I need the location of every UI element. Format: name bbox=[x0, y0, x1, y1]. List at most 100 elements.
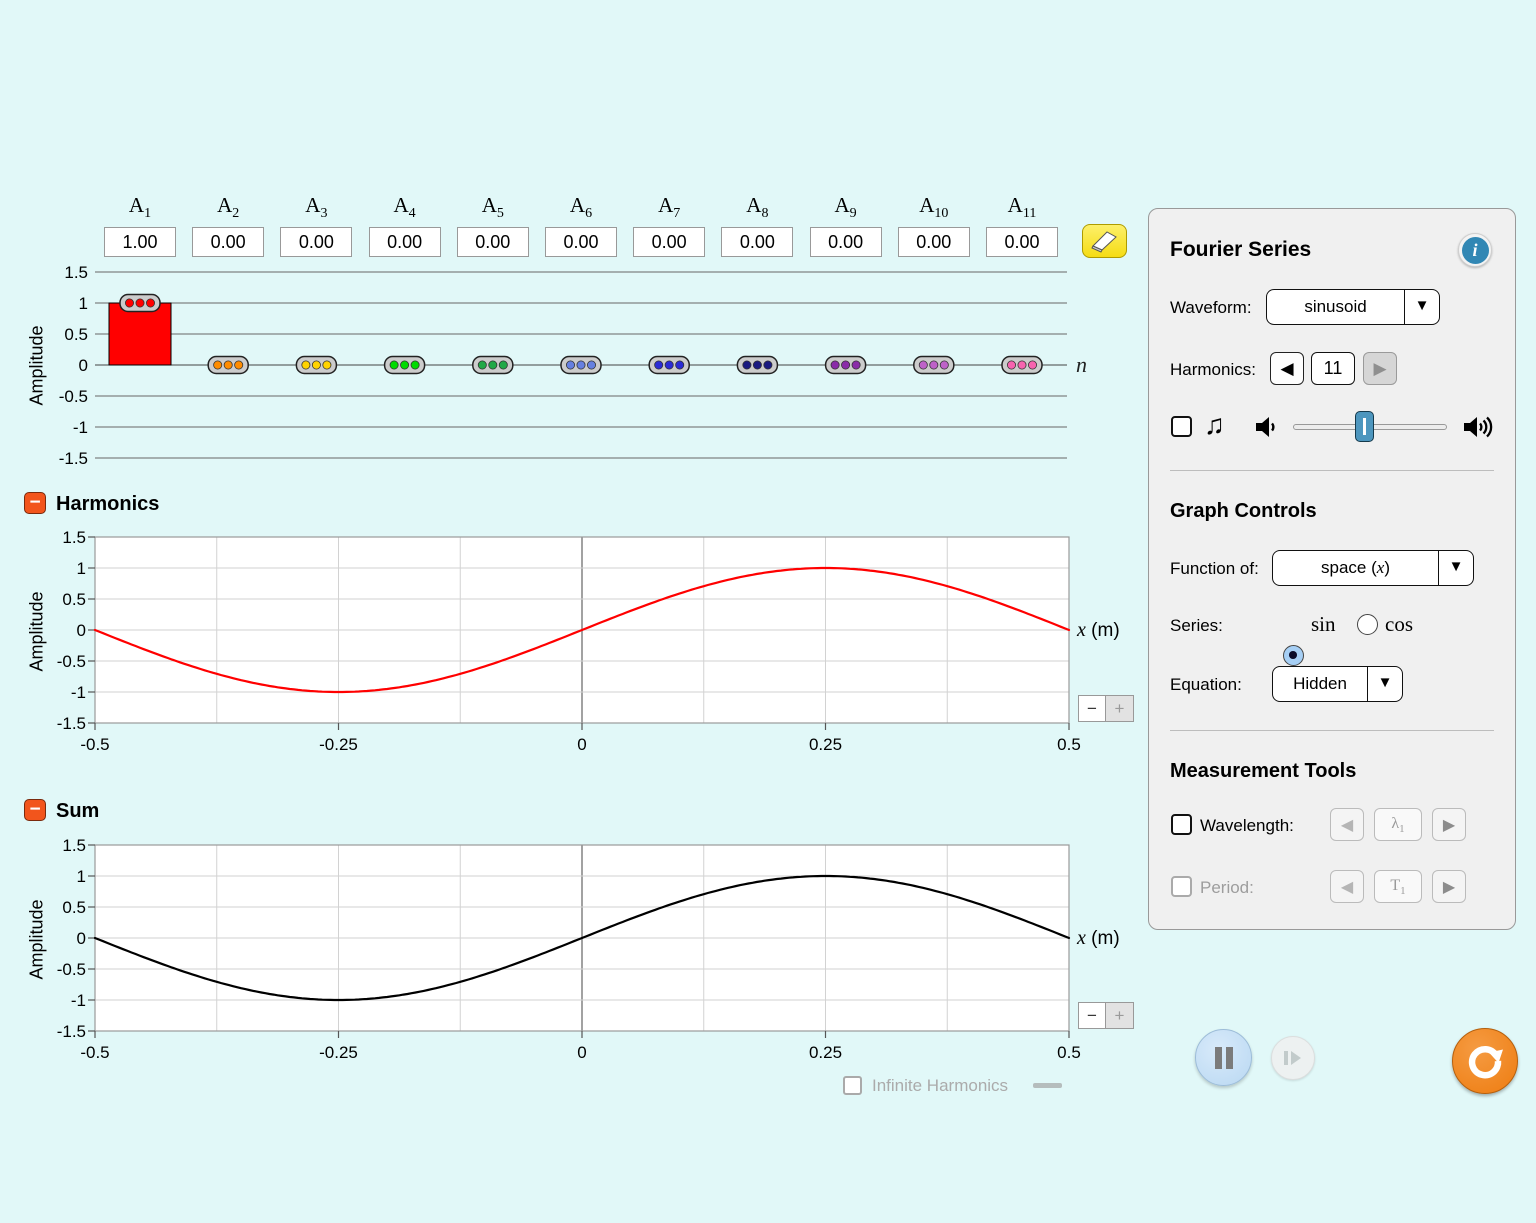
function-of-combobox[interactable]: space (x) ▼ bbox=[1272, 550, 1474, 586]
infinite-harmonics-label: Infinite Harmonics bbox=[872, 1076, 1008, 1096]
volume-slider-thumb[interactable] bbox=[1355, 411, 1374, 442]
y-tick-label: 1 bbox=[77, 867, 86, 886]
equation-label: Equation: bbox=[1170, 675, 1242, 695]
wavelength-checkbox[interactable] bbox=[1171, 814, 1192, 835]
reset-icon bbox=[1465, 1041, 1505, 1081]
amplitude-slider-handle[interactable] bbox=[1002, 357, 1042, 374]
waveform-label: Waveform: bbox=[1170, 298, 1252, 318]
x-tick-label: -0.5 bbox=[80, 735, 109, 754]
x-tick-label: 0.5 bbox=[1057, 735, 1081, 754]
y-tick-label: 0.5 bbox=[64, 325, 88, 344]
sum-collapse-button[interactable]: − bbox=[24, 799, 46, 821]
step-forward-button[interactable] bbox=[1271, 1036, 1315, 1080]
y-tick-label: -0.5 bbox=[59, 387, 88, 406]
harmonics-chart: 1.510.50-0.5-1-1.5-0.5-0.2500.250.5x (m) bbox=[0, 525, 1146, 765]
x-axis-label: x (m) bbox=[1076, 619, 1120, 641]
eraser-button[interactable] bbox=[1082, 224, 1127, 258]
harmonics-spinner-label: Harmonics: bbox=[1170, 360, 1256, 380]
x-tick-label: 0 bbox=[577, 735, 586, 754]
y-tick-label: 1 bbox=[77, 559, 86, 578]
y-tick-label: 1.5 bbox=[64, 263, 88, 282]
reset-all-button[interactable] bbox=[1452, 1028, 1518, 1094]
function-of-label: Function of: bbox=[1170, 559, 1259, 579]
y-tick-label: 0.5 bbox=[62, 590, 86, 609]
y-tick-label: 0.5 bbox=[62, 898, 86, 917]
x-tick-label: 0.25 bbox=[809, 1043, 842, 1062]
y-tick-label: 1.5 bbox=[62, 836, 86, 855]
y-tick-label: -1 bbox=[73, 418, 88, 437]
panel-divider bbox=[1170, 730, 1494, 731]
pause-button[interactable] bbox=[1195, 1029, 1252, 1086]
waveform-value: sinusoid bbox=[1267, 297, 1404, 317]
x-axis-label: x (m) bbox=[1076, 927, 1120, 949]
series-cos-radio[interactable] bbox=[1357, 614, 1378, 635]
y-tick-label: 0 bbox=[79, 356, 88, 375]
amplitude-slider-handle[interactable] bbox=[296, 357, 336, 374]
period-symbol-display: T1 bbox=[1374, 870, 1422, 903]
harmonics-count-display: 11 bbox=[1311, 352, 1355, 385]
series-sin-radio[interactable] bbox=[1283, 645, 1304, 666]
zoom-in-button[interactable]: + bbox=[1106, 695, 1134, 722]
x-tick-label: -0.25 bbox=[319, 1043, 358, 1062]
harmonics-collapse-button[interactable]: − bbox=[24, 492, 46, 514]
speaker-high-icon bbox=[1462, 412, 1496, 442]
function-of-value: space (x) bbox=[1273, 558, 1438, 578]
zoom-out-button[interactable]: − bbox=[1078, 1002, 1106, 1029]
step-forward-icon bbox=[1283, 1049, 1303, 1067]
chevron-down-icon: ▼ bbox=[1367, 667, 1402, 701]
amplitude-slider-handle[interactable] bbox=[914, 357, 954, 374]
wavelength-label: Wavelength: bbox=[1200, 816, 1294, 836]
equation-combobox[interactable]: Hidden ▼ bbox=[1272, 666, 1403, 702]
amplitude-slider-handle[interactable] bbox=[473, 357, 513, 374]
harmonics-decrement-button[interactable]: ◀ bbox=[1270, 352, 1304, 385]
amplitudes-chart: 1.510.50-0.5-1-1.5n bbox=[0, 190, 1140, 475]
period-increment-button[interactable]: ▶ bbox=[1432, 870, 1466, 903]
period-decrement-button[interactable]: ◀ bbox=[1330, 870, 1364, 903]
y-tick-label: 0 bbox=[77, 929, 86, 948]
x-tick-label: 0.5 bbox=[1057, 1043, 1081, 1062]
sum-section-title: Sum bbox=[56, 800, 99, 823]
period-label: Period: bbox=[1200, 878, 1254, 898]
y-tick-label: -0.5 bbox=[57, 960, 86, 979]
harmonics-section-title: Harmonics bbox=[56, 493, 159, 516]
pause-icon bbox=[1212, 1046, 1236, 1070]
x-tick-label: 0 bbox=[577, 1043, 586, 1062]
speaker-low-icon bbox=[1254, 414, 1280, 440]
amplitude-slider-handle[interactable] bbox=[208, 357, 248, 374]
zoom-in-button[interactable]: + bbox=[1106, 1002, 1134, 1029]
amplitude-slider-handle[interactable] bbox=[385, 357, 425, 374]
zoom-out-button[interactable]: − bbox=[1078, 695, 1106, 722]
series-cos-label: cos bbox=[1385, 612, 1413, 637]
infinite-harmonics-checkbox[interactable] bbox=[843, 1076, 862, 1095]
n-axis-label: n bbox=[1076, 352, 1087, 377]
amplitude-slider-handle[interactable] bbox=[561, 357, 601, 374]
amplitude-slider-handle[interactable] bbox=[649, 357, 689, 374]
series-sin-label: sin bbox=[1311, 612, 1336, 637]
amplitude-slider-handle[interactable] bbox=[737, 357, 777, 374]
wavelength-increment-button[interactable]: ▶ bbox=[1432, 808, 1466, 841]
amplitude-slider-handle[interactable] bbox=[826, 357, 866, 374]
measurement-tools-title: Measurement Tools bbox=[1170, 760, 1356, 783]
infinite-harmonics-line-swatch bbox=[1033, 1083, 1062, 1088]
panel-divider bbox=[1170, 470, 1494, 471]
amplitude-bar[interactable] bbox=[109, 303, 171, 365]
y-tick-label: -1.5 bbox=[57, 714, 86, 733]
wavelength-decrement-button[interactable]: ◀ bbox=[1330, 808, 1364, 841]
amplitude-slider-handle[interactable] bbox=[120, 295, 160, 312]
sound-checkbox[interactable] bbox=[1171, 416, 1192, 437]
sum-zoom-buttons: − + bbox=[1078, 1002, 1134, 1029]
period-checkbox[interactable] bbox=[1171, 876, 1192, 897]
info-button[interactable]: i bbox=[1458, 233, 1492, 267]
y-tick-label: 1 bbox=[79, 294, 88, 313]
waveform-combobox[interactable]: sinusoid ▼ bbox=[1266, 289, 1440, 325]
y-tick-label: 1.5 bbox=[62, 528, 86, 547]
chevron-down-icon: ▼ bbox=[1438, 551, 1473, 585]
wavelength-symbol-display: λ1 bbox=[1374, 808, 1422, 841]
y-tick-label: -1 bbox=[71, 991, 86, 1010]
y-tick-label: -1 bbox=[71, 683, 86, 702]
y-tick-label: -1.5 bbox=[57, 1022, 86, 1041]
equation-value: Hidden bbox=[1273, 674, 1367, 694]
info-icon: i bbox=[1462, 237, 1489, 264]
harmonics-increment-button[interactable]: ▶ bbox=[1363, 352, 1397, 385]
x-tick-label: -0.25 bbox=[319, 735, 358, 754]
